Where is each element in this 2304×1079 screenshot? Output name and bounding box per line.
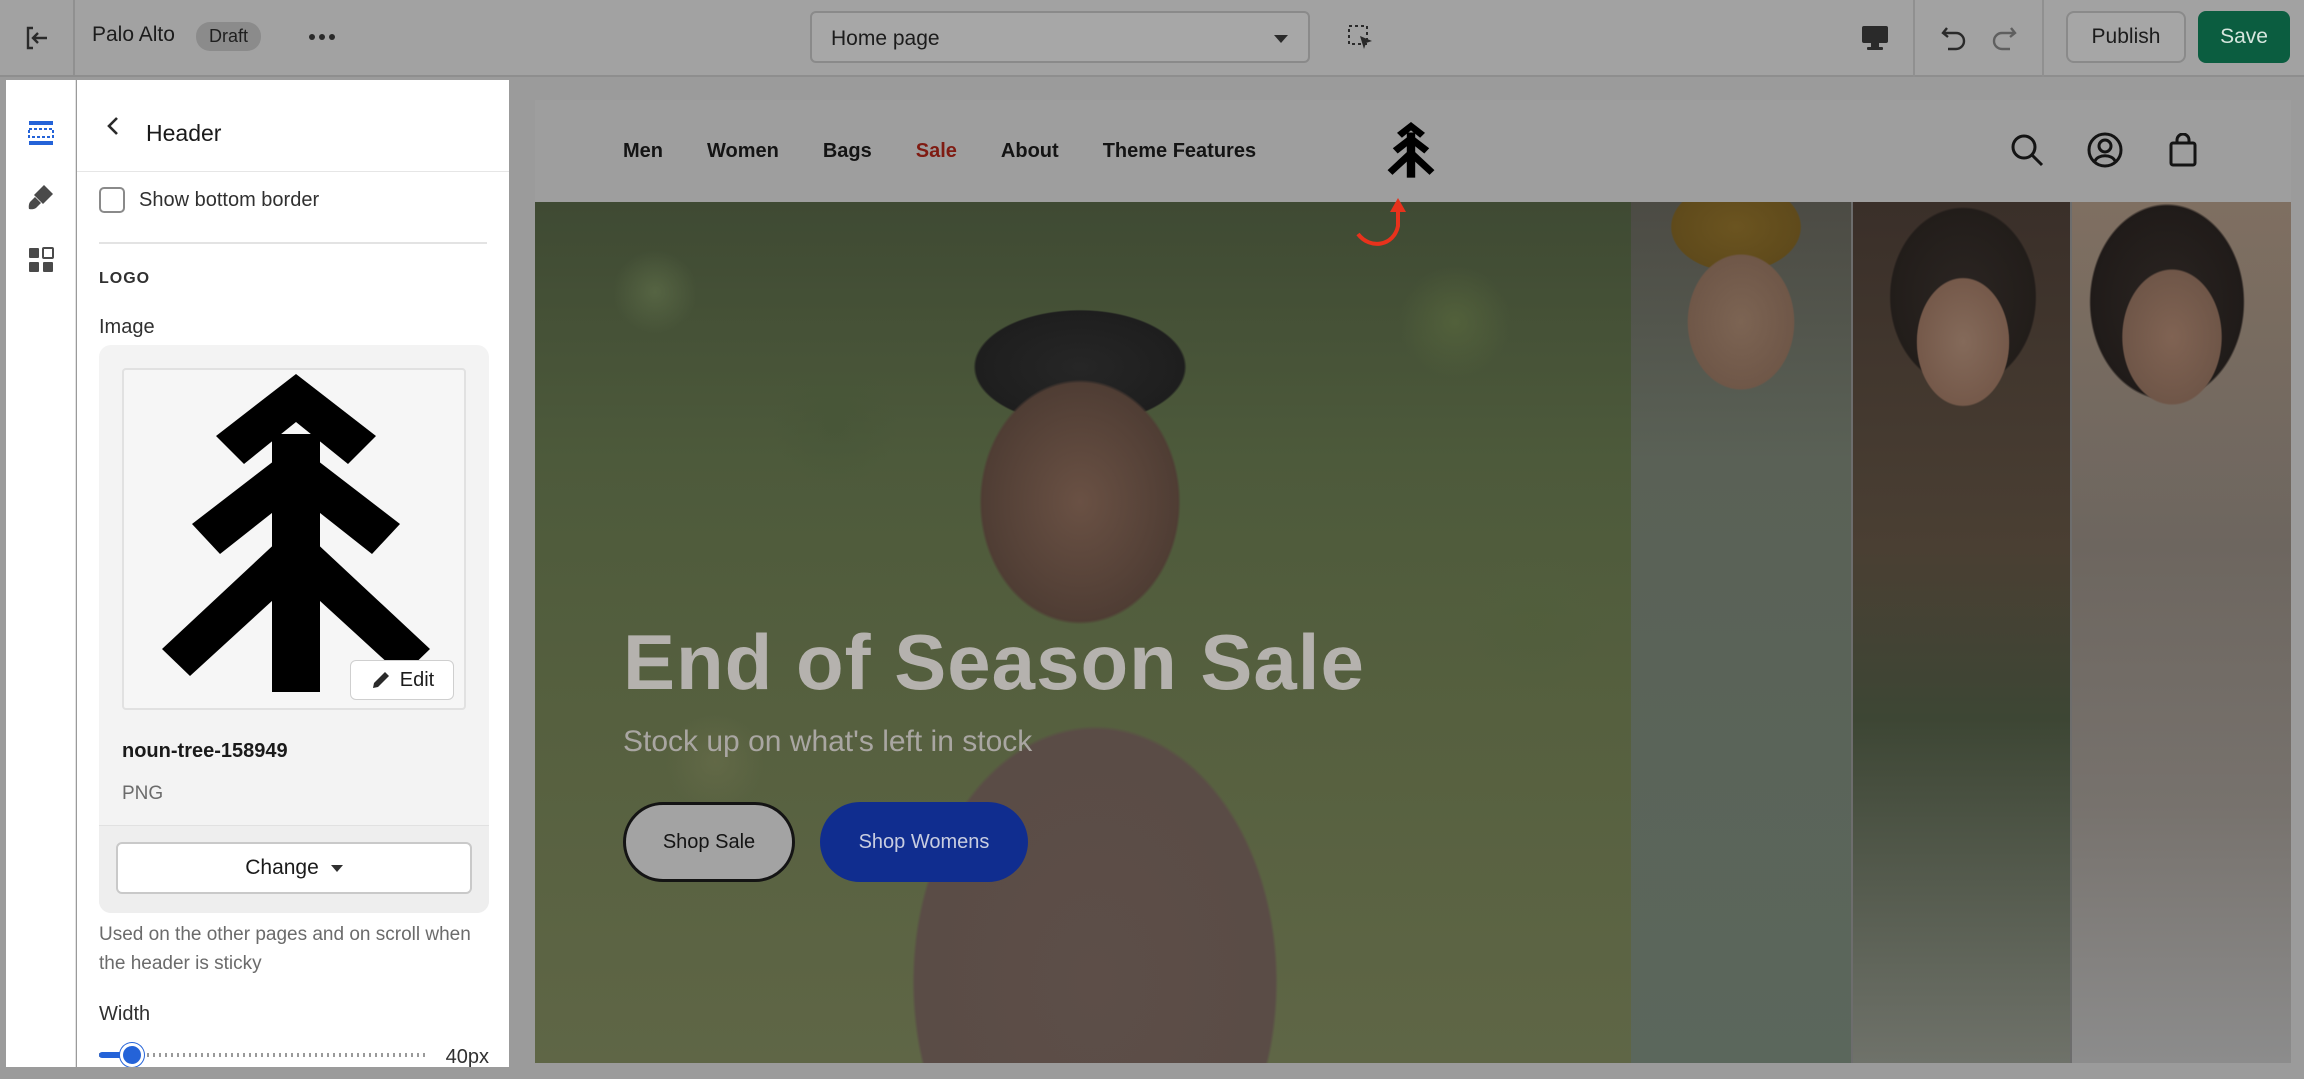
sidebar-rail	[6, 80, 76, 1067]
rail-item-apps[interactable]	[16, 235, 66, 285]
publish-button[interactable]: Publish	[2066, 11, 2186, 63]
account-button[interactable]	[2087, 132, 2123, 168]
nav-link-theme-features[interactable]: Theme Features	[1103, 140, 1256, 163]
rail-item-sections[interactable]	[16, 108, 66, 158]
nav-link-men[interactable]: Men	[623, 140, 663, 163]
device-preview-button[interactable]	[1855, 18, 1895, 58]
paint-brush-icon	[28, 185, 53, 210]
image-field-label: Image	[99, 316, 155, 338]
hero-image-man	[1631, 202, 1851, 1063]
undo-icon	[1941, 27, 1966, 51]
cart-button[interactable]	[2165, 132, 2201, 168]
more-actions-button[interactable]	[302, 22, 342, 52]
site-logo[interactable]	[1387, 122, 1435, 178]
width-slider[interactable]	[99, 1040, 429, 1067]
nav-link-bags[interactable]: Bags	[823, 140, 872, 163]
site-nav: Men Women Bags Sale About Theme Features	[623, 140, 1256, 163]
chevron-left-icon	[107, 117, 118, 135]
search-icon	[2011, 134, 2044, 167]
hero-image-woman	[1853, 202, 2070, 1063]
redo-icon	[1992, 27, 2017, 51]
nav-link-about[interactable]: About	[1001, 140, 1059, 163]
settings-panel: Header Show bottom border LOGO Image Edi…	[77, 80, 509, 1067]
change-image-label: Change	[245, 856, 319, 879]
slider-track	[99, 1053, 429, 1057]
edit-image-button[interactable]: Edit	[350, 660, 454, 700]
toolbar-divider	[2042, 0, 2044, 77]
image-file-name: noun-tree-158949	[122, 740, 288, 762]
image-file-type: PNG	[122, 783, 164, 804]
slider-thumb[interactable]	[120, 1043, 144, 1067]
undo-button[interactable]	[1934, 18, 1974, 58]
toolbar-divider	[1913, 0, 1915, 77]
change-image-button[interactable]: Change	[116, 842, 472, 894]
width-value: 40px	[445, 1046, 489, 1067]
more-horizontal-icon	[309, 34, 335, 40]
back-button[interactable]	[99, 112, 127, 140]
rail-item-theme-settings[interactable]	[16, 172, 66, 222]
hero-image-woman-2	[2072, 202, 2291, 1063]
storefront-preview: Men Women Bags Sale About Theme Features	[535, 100, 2291, 1063]
search-button[interactable]	[2009, 132, 2045, 168]
show-bottom-border-label: Show bottom border	[139, 188, 320, 211]
exit-button[interactable]	[0, 0, 75, 75]
hero-banner: End of Season Sale Stock up on what's le…	[535, 202, 2291, 1063]
logo-image-preview[interactable]: Edit	[122, 368, 466, 710]
pencil-icon	[372, 672, 389, 688]
show-bottom-border-checkbox[interactable]	[99, 187, 125, 213]
apps-icon	[29, 247, 54, 272]
shop-womens-button[interactable]: Shop Womens	[820, 802, 1028, 882]
caret-down-icon	[330, 864, 343, 872]
show-bottom-border-row: Show bottom border	[99, 185, 319, 215]
width-label: Width	[99, 1003, 151, 1025]
annotation-arrow-icon	[1356, 198, 1406, 246]
page-selector[interactable]: Home page	[810, 11, 1310, 63]
sections-icon	[28, 121, 54, 145]
desktop-icon	[1862, 26, 1888, 50]
select-cursor-icon	[1348, 25, 1372, 49]
image-picker: Edit noun-tree-158949 PNG Change	[99, 345, 489, 913]
store-name: Palo Alto	[92, 23, 175, 46]
status-badge: Draft	[196, 22, 262, 51]
exit-icon	[26, 26, 47, 49]
nav-link-women[interactable]: Women	[707, 140, 779, 163]
tree-logo-icon	[162, 374, 430, 692]
image-help-text: Used on the other pages and on scroll wh…	[99, 924, 471, 974]
shop-sale-button[interactable]: Shop Sale	[623, 802, 795, 882]
redo-button[interactable]	[1984, 18, 2024, 58]
shopping-bag-icon	[2169, 133, 2197, 167]
nav-link-sale[interactable]: Sale	[916, 140, 957, 163]
hero-subtitle: Stock up on what's left in stock	[623, 725, 1033, 758]
header-icons	[2009, 132, 2201, 168]
top-bar: Palo Alto Draft Home page Publish Save	[0, 0, 2304, 77]
section-divider	[99, 242, 487, 244]
panel-header: Header	[77, 80, 509, 172]
chevron-down-icon	[1274, 35, 1288, 43]
hero-title: End of Season Sale	[623, 618, 1365, 706]
inspector-button[interactable]	[1343, 20, 1379, 56]
account-icon	[2087, 132, 2123, 168]
edit-image-label: Edit	[399, 668, 435, 691]
page-selector-value: Home page	[831, 27, 940, 50]
panel-title: Header	[146, 120, 222, 146]
save-button[interactable]: Save	[2198, 11, 2290, 63]
site-header[interactable]: Men Women Bags Sale About Theme Features	[535, 100, 2291, 202]
section-heading-logo: LOGO	[99, 270, 151, 287]
